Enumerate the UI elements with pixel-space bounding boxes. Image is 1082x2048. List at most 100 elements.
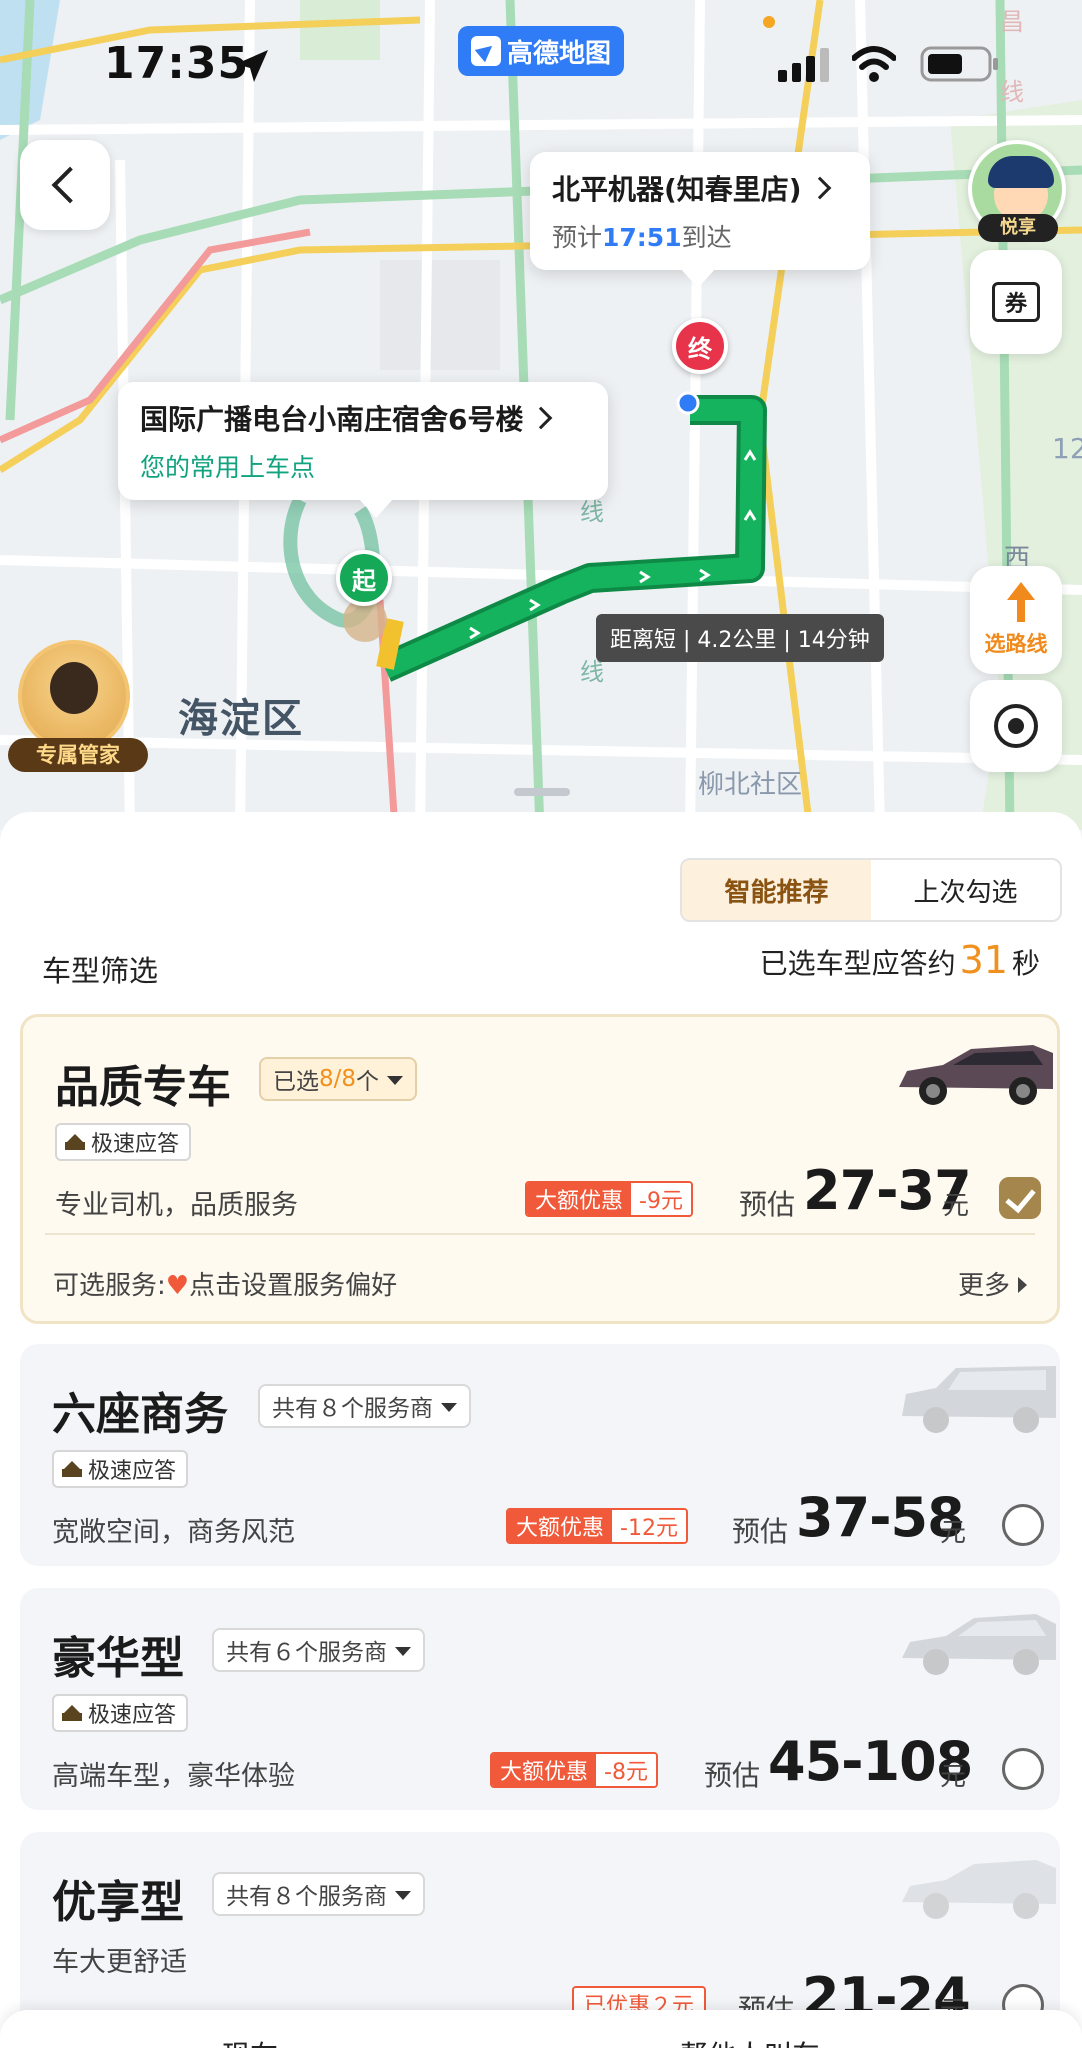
call-for-others[interactable]: 帮他人叫车 — [680, 2034, 820, 2048]
car-image — [902, 1366, 1056, 1433]
badge-label: 极速应答 — [88, 1459, 177, 1484]
promo-amount: -9元 — [631, 1183, 691, 1215]
car-description: 车大更舒适 — [52, 1947, 187, 1978]
back-button[interactable] — [20, 140, 110, 230]
promo-tag: 大额优惠 — [527, 1183, 632, 1215]
promo-tag: 大额优惠 — [492, 1754, 597, 1786]
provider-picker[interactable]: 共有８个服务商 — [212, 1872, 425, 1916]
select-checkbox[interactable] — [1002, 1748, 1044, 1790]
eta-suffix: 到达 — [681, 223, 732, 252]
promo-tag: 大额优惠 — [508, 1510, 613, 1542]
provider-picker[interactable]: 共有８个服务商 — [258, 1384, 471, 1428]
destination-callout[interactable]: 北平机器(知春里店) 预计17:51到达 — [530, 152, 870, 288]
coupon-icon: 券 — [992, 282, 1040, 322]
optional-services[interactable]: 可选服务:♥点击设置服务偏好 — [53, 1265, 397, 1302]
crosshair-icon — [994, 704, 1038, 748]
car-image — [902, 1614, 1056, 1675]
provider-picker[interactable]: 共有６个服务商 — [212, 1628, 425, 1672]
badge-label: 极速应答 — [91, 1132, 180, 1157]
car-image — [899, 1045, 1053, 1105]
svg-text:线: 线 — [580, 658, 604, 686]
privacy-indicator — [763, 16, 775, 28]
card-divider — [45, 1233, 1035, 1235]
app-badge-label: 高德地图 — [506, 38, 611, 69]
promo-amount: -12元 — [612, 1510, 686, 1542]
amap-logo-icon — [470, 36, 501, 66]
crown-icon — [65, 1134, 85, 1150]
car-type-name: 品质专车 — [55, 1062, 231, 1113]
promo-amount: -8元 — [596, 1754, 656, 1786]
pickup-callout[interactable]: 国际广播电台小南庄宿舍6号楼 您的常用上车点 — [118, 382, 608, 518]
chevron-left-icon — [51, 166, 89, 204]
select-checkbox[interactable] — [999, 1177, 1041, 1219]
map-road-number: 12 — [1052, 432, 1082, 465]
choose-route-button[interactable]: 选路线 — [970, 566, 1062, 674]
car-type-name: 六座商务 — [52, 1389, 228, 1440]
promo-badge: 大额优惠 -8元 — [490, 1752, 658, 1788]
fast-response-badge: 极速应答 — [55, 1123, 192, 1161]
destination-name: 北平机器(知春里店) — [552, 173, 802, 206]
time-selector[interactable]: 现在 — [222, 2034, 278, 2048]
avatar-hair — [988, 156, 1054, 188]
response-prefix: 已选车型应答约 — [759, 947, 956, 980]
response-suffix: 秒 — [1011, 947, 1040, 980]
picker-prefix: 已选 — [273, 1069, 319, 1095]
personal-assistant-button[interactable]: 专属管家 — [8, 640, 148, 772]
location-arrow-icon — [236, 50, 268, 82]
eta-time: 17:51 — [602, 223, 682, 252]
car-card-luxury[interactable]: 豪华型 共有６个服务商 极速应答 高端车型，豪华体验 大额优惠 -8元 预估 45… — [20, 1588, 1060, 1810]
response-time-notice: 已选车型应答约 31 秒 — [760, 938, 1040, 982]
badge-label: 极速应答 — [88, 1703, 177, 1728]
chevron-right-icon — [808, 176, 831, 200]
car-type-name: 优享型 — [52, 1877, 184, 1928]
bottom-action-bar: 现在 帮他人叫车 — [0, 2010, 1082, 2048]
map-view[interactable]: 线 线 昌 线 17:35 高德地图 北平机器(知春里店) 预计17:51到达 … — [0, 0, 1082, 830]
sort-toggle: 智能推荐 上次勾选 — [680, 858, 1062, 922]
eta-prefix: 预计 — [552, 223, 603, 252]
headset-agent-icon — [50, 662, 98, 714]
crown-icon — [62, 1705, 82, 1721]
app-return-badge[interactable]: 高德地图 — [458, 26, 624, 76]
car-description: 宽敞空间，商务风范 — [52, 1517, 295, 1548]
car-description: 专业司机，品质服务 — [55, 1190, 298, 1221]
wifi-icon — [852, 46, 896, 82]
assistant-label: 专属管家 — [8, 738, 148, 772]
picker-suffix: 个 — [356, 1069, 380, 1095]
subarea-label: 柳北社区 — [698, 770, 803, 800]
picker-value: 8/8 — [319, 1066, 357, 1092]
chevron-right-icon — [530, 406, 553, 430]
svg-text:线: 线 — [580, 498, 604, 526]
cellular-signal-icon — [778, 48, 829, 82]
car-selection-sheet: 智能推荐 上次勾选 车型筛选 已选车型应答约 31 秒 品质专车 已选 8/8 个 极速… — [0, 812, 1082, 2048]
provider-picker[interactable]: 已选 8/8 个 — [259, 1057, 418, 1101]
battery-icon — [920, 46, 998, 82]
car-image — [902, 1860, 1056, 1919]
car-type-filter-label[interactable]: 车型筛选 — [42, 948, 158, 990]
locate-button[interactable] — [970, 680, 1062, 772]
route-summary-tag[interactable]: 距离短 | 4.2公里 | 14分钟 — [596, 614, 884, 662]
price-range: 37-58 — [796, 1486, 965, 1549]
tab-smart-recommend[interactable]: 智能推荐 — [682, 860, 871, 920]
car-card-premium[interactable]: 品质专车 已选 8/8 个 极速应答 专业司机，品质服务 大额优惠 -9元 预估 27… — [20, 1014, 1060, 1324]
route-arrow-icon — [999, 582, 1035, 622]
sheet-drag-handle[interactable] — [514, 788, 570, 796]
estimate-label: 预估 — [732, 1515, 789, 1548]
price-unit: 元 — [940, 1762, 967, 1792]
pickup-hint: 您的常用上车点 — [140, 453, 316, 482]
end-pin: 终 — [672, 318, 728, 374]
status-time: 17:35 — [104, 38, 250, 89]
crown-icon — [62, 1461, 82, 1477]
select-checkbox[interactable] — [1002, 1504, 1044, 1546]
response-seconds: 31 — [959, 938, 1008, 982]
fast-response-badge: 极速应答 — [52, 1450, 189, 1488]
heart-icon: ♥ — [165, 1271, 190, 1301]
status-bar: 17:35 高德地图 — [0, 0, 1082, 120]
membership-tag[interactable]: 悦享 — [978, 214, 1058, 242]
services-hint: 点击设置服务偏好 — [189, 1271, 398, 1301]
car-description: 高端车型，豪华体验 — [52, 1761, 295, 1792]
car-card-business[interactable]: 六座商务 共有８个服务商 极速应答 宽敞空间，商务风范 大额优惠 -12元 预估 … — [20, 1344, 1060, 1566]
tab-last-selected[interactable]: 上次勾选 — [871, 860, 1060, 920]
fast-response-badge: 极速应答 — [52, 1694, 189, 1732]
more-button[interactable]: 更多 — [958, 1265, 1027, 1302]
coupon-button[interactable]: 券 — [970, 250, 1062, 354]
